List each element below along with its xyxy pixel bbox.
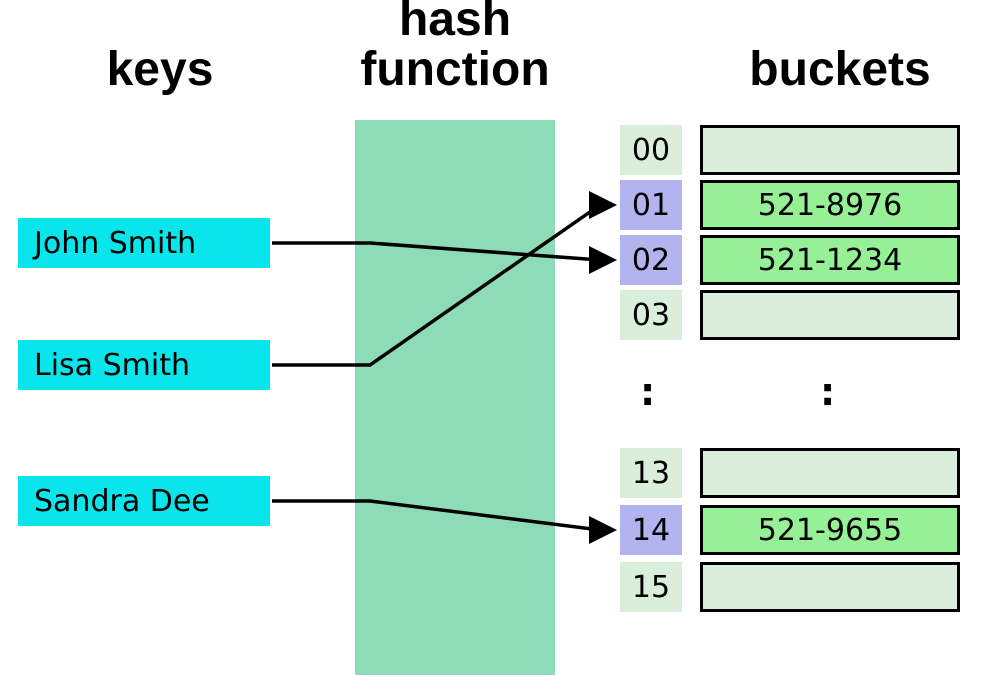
- hash-function-box: [355, 120, 555, 675]
- header-keys: keys: [40, 45, 280, 95]
- key-john-smith: John Smith: [18, 218, 270, 268]
- header-hash-function: hash function: [325, 0, 585, 96]
- ellipsis-index: :: [640, 370, 655, 414]
- bucket-index-14: 14: [620, 505, 682, 555]
- bucket-value-13: [700, 448, 960, 498]
- bucket-index-01: 01: [620, 180, 682, 230]
- bucket-value-00: [700, 125, 960, 175]
- bucket-index-02: 02: [620, 235, 682, 285]
- header-buckets: buckets: [710, 45, 970, 95]
- bucket-value-01: 521-8976: [700, 180, 960, 230]
- bucket-value-14: 521-9655: [700, 505, 960, 555]
- bucket-value-02: 521-1234: [700, 235, 960, 285]
- diagram-stage: keys hash function buckets John Smith Li…: [0, 0, 1000, 695]
- key-lisa-smith: Lisa Smith: [18, 340, 270, 390]
- bucket-value-15: [700, 562, 960, 612]
- ellipsis-bucket: :: [820, 370, 835, 414]
- bucket-index-03: 03: [620, 290, 682, 340]
- bucket-index-13: 13: [620, 448, 682, 498]
- bucket-value-03: [700, 290, 960, 340]
- bucket-index-15: 15: [620, 562, 682, 612]
- key-sandra-dee: Sandra Dee: [18, 476, 270, 526]
- bucket-index-00: 00: [620, 125, 682, 175]
